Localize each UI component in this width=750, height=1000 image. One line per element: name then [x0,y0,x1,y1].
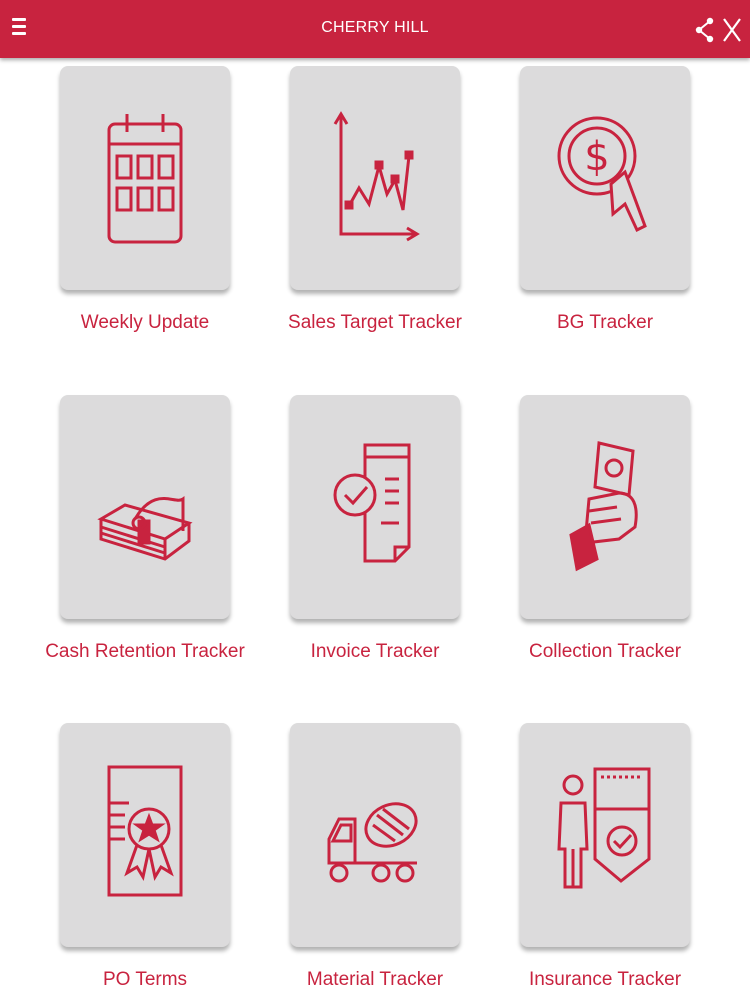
tracker-grid: Weekly Update Sales Target Tracker $ BG … [0,0,750,1000]
svg-text:$: $ [584,134,609,180]
cash-stack-icon [97,496,193,561]
tile-cash-retention-tracker[interactable]: Cash Retention Tracker [45,395,245,662]
insurance-shield-icon [557,767,651,889]
invoice-check-icon [333,443,411,563]
calendar-icon [107,114,183,244]
tile-label: BG Tracker [556,312,654,333]
tile-label: Insurance Tracker [528,969,682,990]
tile-card[interactable] [520,395,690,619]
concrete-mixer-truck-icon [327,802,418,883]
tile-insurance-tracker[interactable]: Insurance Tracker [520,723,690,990]
close-icon[interactable] [721,16,743,44]
tile-bg-tracker[interactable]: $ BG Tracker [520,66,690,333]
page-title: CHERRY HILL [321,19,429,36]
tile-label: Material Tracker [306,969,444,990]
tile-card[interactable] [290,395,460,619]
tile-card[interactable] [290,723,460,947]
tile-label: Weekly Update [80,312,210,333]
tile-material-tracker[interactable]: Material Tracker [290,723,460,990]
tile-collection-tracker[interactable]: Collection Tracker [520,395,690,662]
tile-label: Collection Tracker [528,641,682,662]
tile-sales-target-tracker[interactable]: Sales Target Tracker [288,66,462,333]
hand-money-icon [569,441,638,572]
dollar-coin-cursor-icon: $ [557,116,647,233]
top-app-bar: CHERRY HILL [0,0,750,58]
tile-weekly-update[interactable]: Weekly Update [60,66,230,333]
tile-label: PO Terms [102,969,188,990]
tile-card[interactable] [60,66,230,290]
tile-po-terms[interactable]: PO Terms [60,723,230,990]
tile-invoice-tracker[interactable]: Invoice Tracker [290,395,460,662]
tile-card[interactable] [520,723,690,947]
tile-card[interactable] [60,723,230,947]
certificate-badge-icon [107,765,183,897]
tile-label: Cash Retention Tracker [45,641,245,662]
share-icon[interactable] [694,16,716,44]
tile-label: Invoice Tracker [310,641,440,662]
tile-label: Sales Target Tracker [288,312,462,333]
line-chart-icon [333,111,420,242]
tile-card[interactable] [290,66,460,290]
tile-card[interactable] [60,395,230,619]
tile-card[interactable]: $ [520,66,690,290]
